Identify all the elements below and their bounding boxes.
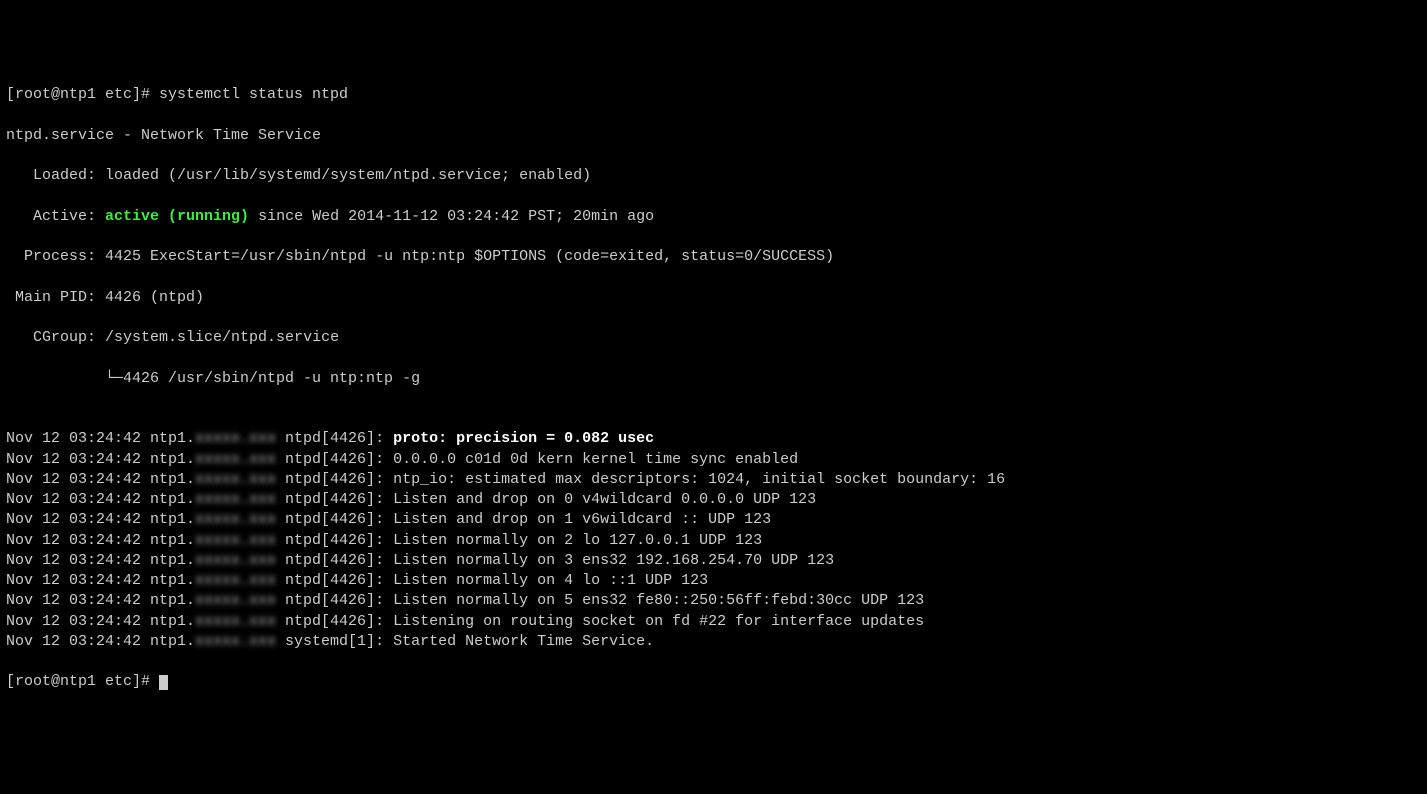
log-timestamp: Nov 12 03:24:42 ntp1.: [6, 552, 195, 569]
log-message: Started Network Time Service.: [393, 633, 654, 650]
cgroup-label: CGroup:: [6, 329, 105, 346]
log-hostname-redacted: xxxxx.xxx: [195, 633, 276, 650]
active-since: since Wed 2014-11-12 03:24:42 PST; 20min…: [249, 208, 654, 225]
log-source: ntpd[4426]:: [276, 552, 393, 569]
log-message: Listen and drop on 1 v6wildcard :: UDP 1…: [393, 511, 771, 528]
log-timestamp: Nov 12 03:24:42 ntp1.: [6, 491, 195, 508]
log-timestamp: Nov 12 03:24:42 ntp1.: [6, 633, 195, 650]
log-timestamp: Nov 12 03:24:42 ntp1.: [6, 613, 195, 630]
log-timestamp: Nov 12 03:24:42 ntp1.: [6, 572, 195, 589]
log-line: Nov 12 03:24:42 ntp1.xxxxx.xxx systemd[1…: [6, 632, 1421, 652]
log-message: ntp_io: estimated max descriptors: 1024,…: [393, 471, 1005, 488]
log-message: Listen normally on 5 ens32 fe80::250:56f…: [393, 592, 924, 609]
log-source: ntpd[4426]:: [276, 592, 393, 609]
log-source: systemd[1]:: [276, 633, 393, 650]
log-hostname-redacted: xxxxx.xxx: [195, 430, 276, 447]
log-source: ntpd[4426]:: [276, 451, 393, 468]
log-hostname-redacted: xxxxx.xxx: [195, 532, 276, 549]
log-timestamp: Nov 12 03:24:42 ntp1.: [6, 511, 195, 528]
log-line: Nov 12 03:24:42 ntp1.xxxxx.xxx ntpd[4426…: [6, 612, 1421, 632]
mainpid-label: Main PID:: [6, 289, 105, 306]
mainpid-value: 4426 (ntpd): [105, 289, 204, 306]
log-line: Nov 12 03:24:42 ntp1.xxxxx.xxx ntpd[4426…: [6, 450, 1421, 470]
loaded-value: loaded (/usr/lib/systemd/system/ntpd.ser…: [105, 167, 591, 184]
log-timestamp: Nov 12 03:24:42 ntp1.: [6, 451, 195, 468]
log-line: Nov 12 03:24:42 ntp1.xxxxx.xxx ntpd[4426…: [6, 470, 1421, 490]
log-timestamp: Nov 12 03:24:42 ntp1.: [6, 430, 195, 447]
log-message: Listen normally on 2 lo 127.0.0.1 UDP 12…: [393, 532, 762, 549]
log-source: ntpd[4426]:: [276, 511, 393, 528]
log-message: Listen normally on 3 ens32 192.168.254.7…: [393, 552, 834, 569]
service-title: ntpd.service - Network Time Service: [6, 126, 1421, 146]
log-source: ntpd[4426]:: [276, 572, 393, 589]
log-hostname-redacted: xxxxx.xxx: [195, 451, 276, 468]
cgroup-value: /system.slice/ntpd.service: [105, 329, 339, 346]
log-hostname-redacted: xxxxx.xxx: [195, 572, 276, 589]
log-source: ntpd[4426]:: [276, 613, 393, 630]
cursor-icon[interactable]: [159, 675, 168, 690]
log-hostname-redacted: xxxxx.xxx: [195, 613, 276, 630]
log-line: Nov 12 03:24:42 ntp1.xxxxx.xxx ntpd[4426…: [6, 510, 1421, 530]
log-source: ntpd[4426]:: [276, 430, 393, 447]
active-status: active (running): [105, 208, 249, 225]
log-output: Nov 12 03:24:42 ntp1.xxxxx.xxx ntpd[4426…: [6, 429, 1421, 652]
loaded-label: Loaded:: [6, 167, 105, 184]
log-message: Listen and drop on 0 v4wildcard 0.0.0.0 …: [393, 491, 816, 508]
log-message: Listen normally on 4 lo ::1 UDP 123: [393, 572, 708, 589]
log-line: Nov 12 03:24:42 ntp1.xxxxx.xxx ntpd[4426…: [6, 490, 1421, 510]
process-label: Process:: [6, 248, 105, 265]
log-line: Nov 12 03:24:42 ntp1.xxxxx.xxx ntpd[4426…: [6, 591, 1421, 611]
log-source: ntpd[4426]:: [276, 471, 393, 488]
log-timestamp: Nov 12 03:24:42 ntp1.: [6, 471, 195, 488]
active-label: Active:: [6, 208, 105, 225]
log-hostname-redacted: xxxxx.xxx: [195, 471, 276, 488]
log-hostname-redacted: xxxxx.xxx: [195, 511, 276, 528]
log-hostname-redacted: xxxxx.xxx: [195, 491, 276, 508]
log-source: ntpd[4426]:: [276, 491, 393, 508]
log-hostname-redacted: xxxxx.xxx: [195, 592, 276, 609]
log-line: Nov 12 03:24:42 ntp1.xxxxx.xxx ntpd[4426…: [6, 429, 1421, 449]
log-message: Listening on routing socket on fd #22 fo…: [393, 613, 924, 630]
log-timestamp: Nov 12 03:24:42 ntp1.: [6, 532, 195, 549]
log-line: Nov 12 03:24:42 ntp1.xxxxx.xxx ntpd[4426…: [6, 571, 1421, 591]
log-message-bold: proto: precision = 0.082 usec: [393, 430, 654, 447]
log-timestamp: Nov 12 03:24:42 ntp1.: [6, 592, 195, 609]
log-line: Nov 12 03:24:42 ntp1.xxxxx.xxx ntpd[4426…: [6, 531, 1421, 551]
log-line: Nov 12 03:24:42 ntp1.xxxxx.xxx ntpd[4426…: [6, 551, 1421, 571]
log-hostname-redacted: xxxxx.xxx: [195, 552, 276, 569]
shell-prompt: [root@ntp1 etc]#: [6, 86, 159, 103]
shell-prompt-end: [root@ntp1 etc]#: [6, 673, 159, 690]
command-text: systemctl status ntpd: [159, 86, 348, 103]
log-source: ntpd[4426]:: [276, 532, 393, 549]
log-message: 0.0.0.0 c01d 0d kern kernel time sync en…: [393, 451, 798, 468]
process-value: 4425 ExecStart=/usr/sbin/ntpd -u ntp:ntp…: [105, 248, 834, 265]
cgroup-tree: └─4426 /usr/sbin/ntpd -u ntp:ntp -g: [6, 369, 1421, 389]
